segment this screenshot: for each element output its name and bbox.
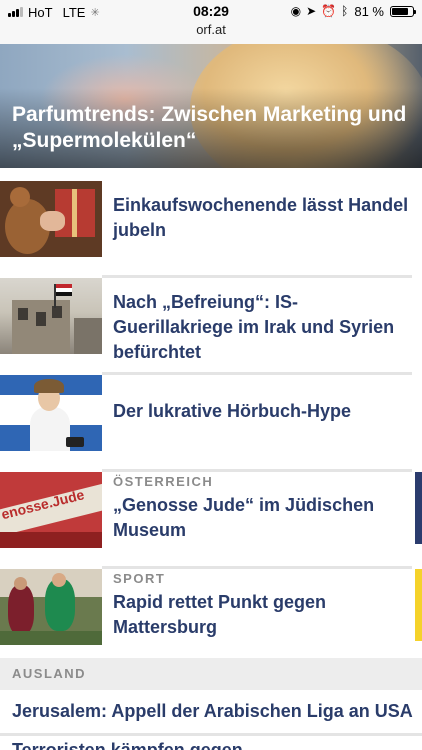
article-title[interactable]: Der lukrative Hörbuch-Hype [113, 399, 413, 424]
article-title[interactable]: Rapid rettet Punkt gegen Mattersburg [113, 590, 413, 640]
screen-lock-icon: ◉ [290, 4, 302, 18]
article-thumbnail-teddy-gifts [0, 181, 102, 257]
article-title[interactable]: „Genosse Jude“ im Jüdischen Museum [113, 493, 413, 543]
article-thumbnail-football [0, 569, 102, 645]
status-bar: HoT LTE ✳ 08:29 orf.at ◉ ➤ ⏰ ᛒ 81 % [0, 0, 422, 44]
alarm-icon: ⏰ [321, 4, 337, 18]
article-title[interactable]: Nach „Befreiung“: IS-Guerillakriege im I… [113, 290, 413, 365]
section-color-marker [415, 472, 422, 544]
article-row[interactable]: Der lukrative Hörbuch-Hype [0, 375, 422, 472]
section-news-item[interactable]: Terroristen kämpfen gegen Kurzstreckenve… [12, 738, 417, 750]
battery-icon [390, 5, 416, 17]
article-text: Der lukrative Hörbuch-Hype [113, 399, 413, 424]
article-thumbnail-ruins [0, 278, 102, 354]
section-color-marker [415, 569, 422, 641]
location-icon: ➤ [306, 4, 317, 18]
article-row[interactable]: Nach „Befreiung“: IS-Guerillakriege im I… [0, 278, 422, 375]
address-bar-url[interactable]: orf.at [0, 22, 422, 37]
section-news-item[interactable]: Jerusalem: Appell der Arabischen Liga an… [12, 699, 417, 723]
hero-title[interactable]: Parfumtrends: Zwischen Marketing und „Su… [12, 102, 417, 154]
hero-article[interactable]: Parfumtrends: Zwischen Marketing und „Su… [0, 44, 422, 168]
article-category[interactable]: ÖSTERREICH [113, 474, 413, 489]
article-text: Nach „Befreiung“: IS-Guerillakriege im I… [113, 290, 413, 365]
section-label[interactable]: AUSLAND [12, 666, 86, 681]
battery-percent: 81 % [354, 3, 384, 19]
article-row[interactable]: Einkaufswochenende lässt Handel jubeln [0, 181, 422, 278]
article-thumbnail-book-cover: enosse.Jude [0, 472, 102, 548]
battery-fill [392, 7, 409, 15]
article-text: SPORT Rapid rettet Punkt gegen Mattersbu… [113, 571, 413, 640]
divider [0, 733, 422, 736]
article-title[interactable]: Einkaufswochenende lässt Handel jubeln [113, 193, 413, 243]
article-row[interactable]: SPORT Rapid rettet Punkt gegen Mattersbu… [0, 569, 422, 666]
bluetooth-icon: ᛒ [341, 4, 349, 18]
article-category[interactable]: SPORT [113, 571, 413, 586]
section-header[interactable]: AUSLAND [0, 658, 422, 690]
status-right: ◉ ➤ ⏰ ᛒ 81 % [286, 3, 416, 19]
article-text: ÖSTERREICH „Genosse Jude“ im Jüdischen M… [113, 474, 413, 543]
article-text: Einkaufswochenende lässt Handel jubeln [113, 193, 413, 243]
article-row[interactable]: enosse.Jude ÖSTERREICH „Genosse Jude“ im… [0, 472, 422, 569]
article-thumbnail-audiobook [0, 375, 102, 451]
